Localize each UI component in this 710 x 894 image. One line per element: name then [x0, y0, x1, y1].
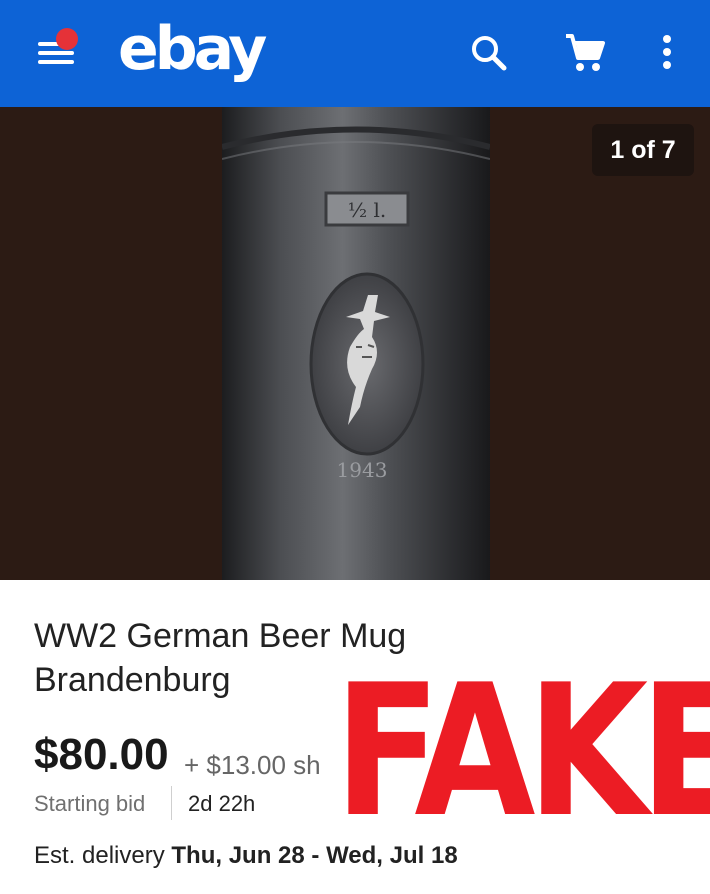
- app-bar: ebay: [0, 0, 710, 107]
- menu-icon-line: [38, 60, 74, 64]
- more-options-button[interactable]: [644, 30, 690, 76]
- search-icon: [472, 36, 507, 71]
- menu-icon-line: [38, 51, 74, 55]
- fake-overlay-text: FAKE: [334, 645, 710, 857]
- search-button[interactable]: [466, 30, 512, 76]
- image-gallery[interactable]: ½ l. 1943 1 of 7: [0, 107, 710, 580]
- listing-photo[interactable]: ½ l. 1943: [222, 107, 490, 580]
- notification-dot: [56, 28, 78, 50]
- divider: [171, 786, 172, 820]
- delivery-label: Est. delivery: [34, 842, 165, 869]
- capacity-mark: ½ l.: [348, 198, 387, 222]
- image-counter: 1 of 7: [592, 124, 694, 176]
- time-left: 2d 22h: [188, 791, 256, 816]
- more-vert-icon: [663, 35, 671, 69]
- ebay-logo[interactable]: ebay: [118, 14, 267, 84]
- cart-button[interactable]: [562, 30, 608, 76]
- starting-bid-label: Starting bid: [34, 791, 146, 816]
- price: $80.00: [34, 730, 169, 779]
- year-mark: 1943: [337, 458, 388, 482]
- shipping-cost: + $13.00 sh: [184, 750, 321, 780]
- cart-icon: [566, 34, 605, 71]
